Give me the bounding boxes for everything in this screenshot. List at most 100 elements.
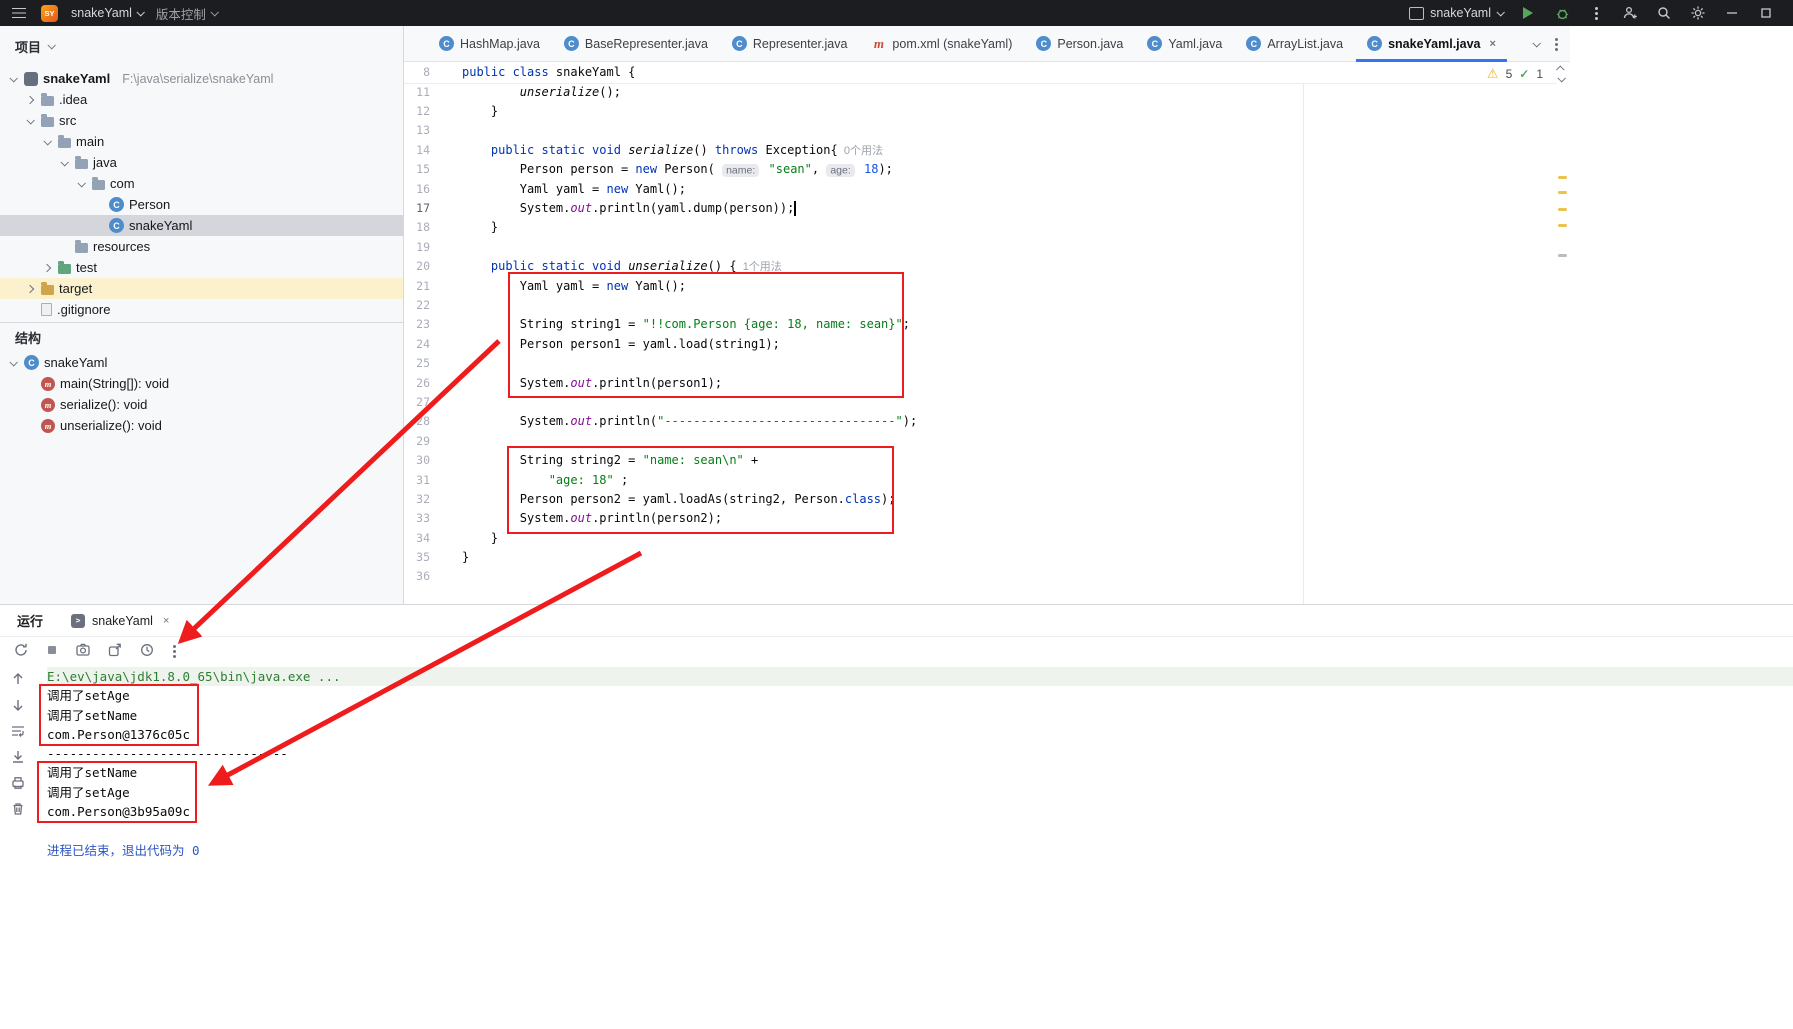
tree-item-java[interactable]: java xyxy=(0,152,403,173)
console-line: 进程已结束，退出代码为 0 xyxy=(47,842,200,858)
scroll-to-end-icon[interactable] xyxy=(10,749,26,768)
tab-ArrayList.java[interactable]: C ArrayList.java xyxy=(1234,26,1355,61)
run-toolbar xyxy=(0,637,1793,666)
class-icon: C xyxy=(1367,36,1383,51)
stop-icon[interactable] xyxy=(45,643,59,660)
tree-item-resources[interactable]: resources xyxy=(0,236,403,257)
line-number: 35 xyxy=(416,550,430,565)
tree-item-test[interactable]: test xyxy=(0,257,403,278)
tree-item-main[interactable]: main xyxy=(0,131,403,152)
debug-button[interactable] xyxy=(1553,4,1571,22)
project-panel-header[interactable]: 项目 xyxy=(0,26,403,66)
run-configuration-selector[interactable]: snakeYaml xyxy=(1409,6,1505,20)
tab-Representer.java[interactable]: C Representer.java xyxy=(720,26,860,61)
structure-item-serialize[interactable]: m serialize(): void xyxy=(0,394,403,415)
project-widget[interactable]: snakeYaml xyxy=(71,6,145,20)
print-icon[interactable] xyxy=(10,775,26,794)
tree-item-.idea[interactable]: .idea xyxy=(0,89,403,110)
clear-console-icon[interactable] xyxy=(10,801,26,820)
vcs-widget[interactable]: 版本控制 xyxy=(156,4,219,23)
line-number: 20 xyxy=(416,259,430,274)
line-number: 23 xyxy=(416,317,430,332)
class-icon: C xyxy=(1036,36,1052,51)
chevron-right-icon[interactable] xyxy=(23,95,36,104)
project-icon xyxy=(24,71,38,86)
search-everywhere-icon[interactable] xyxy=(1655,4,1673,22)
tree-item-Person[interactable]: C Person xyxy=(0,194,403,215)
tree-item-snakeYaml[interactable]: snakeYaml F:\java\serialize\snakeYaml xyxy=(0,68,403,89)
error-stripe[interactable] xyxy=(1558,62,1567,604)
close-tab-icon[interactable]: × xyxy=(1490,38,1496,50)
console-output[interactable]: E:\ev\java\jdk1.8.0_65\bin\java.exe ... 调… xyxy=(36,667,1793,1029)
chevron-down-icon[interactable] xyxy=(23,115,36,125)
screenshot-icon[interactable] xyxy=(75,642,91,661)
chevron-right-icon[interactable] xyxy=(40,263,53,272)
structure-item-snakeYaml[interactable]: CsnakeYaml xyxy=(0,352,403,373)
structure-panel-header[interactable]: 结构 xyxy=(0,323,403,352)
tree-item-label: .gitignore xyxy=(57,302,111,317)
soft-wrap-icon[interactable] xyxy=(10,723,26,742)
console-gutter xyxy=(0,671,36,820)
chevron-right-icon[interactable] xyxy=(23,284,36,293)
chevron-down-icon[interactable] xyxy=(6,73,19,83)
run-panel-title: 运行 xyxy=(17,614,44,629)
inspections-widget[interactable]: ⚠ 5 ✓ 1 xyxy=(1487,65,1566,83)
arrow-up-icon[interactable] xyxy=(10,671,26,690)
tab-options-icon[interactable] xyxy=(1555,42,1558,46)
attach-icon[interactable] xyxy=(107,642,123,661)
line-number: 12 xyxy=(416,104,430,119)
structure-item-label: unserialize(): void xyxy=(60,418,162,433)
tab-BaseRepresenter.java[interactable]: C BaseRepresenter.java xyxy=(552,26,720,61)
chevron-down-icon[interactable] xyxy=(74,178,87,188)
tree-item-label: com xyxy=(110,176,135,191)
tab-Person.java[interactable]: C Person.java xyxy=(1024,26,1135,61)
settings-gear-icon[interactable] xyxy=(1689,4,1707,22)
code-lines[interactable]: 11 unserialize(); 12 } 13 14 public static … xyxy=(404,82,1556,586)
run-config-icon xyxy=(1409,6,1425,20)
tree-item-target[interactable]: target xyxy=(0,278,403,299)
folder-icon xyxy=(75,155,88,169)
chevron-down-icon[interactable] xyxy=(6,357,19,367)
tab-pom.xml (snakeYaml)[interactable]: m pom.xml (snakeYaml) xyxy=(859,26,1024,61)
folder-icon xyxy=(75,239,88,253)
line-number: 8 xyxy=(423,64,430,79)
chevron-down-icon[interactable] xyxy=(40,136,53,146)
previous-problem-icon[interactable] xyxy=(1556,65,1565,74)
tree-item-src[interactable]: src xyxy=(0,110,403,131)
run-tab[interactable]: > snakeYaml × xyxy=(71,613,169,628)
minimize-window-icon[interactable] xyxy=(1723,4,1741,22)
tree-item-com[interactable]: com xyxy=(0,173,403,194)
editor-area: C HashMap.java C BaseRepresenter.java C Repre… xyxy=(404,26,1570,604)
method-icon: m xyxy=(41,397,55,412)
close-run-tab-icon[interactable]: × xyxy=(163,615,169,627)
run-tab-label: snakeYaml xyxy=(92,613,153,628)
line-number: 15 xyxy=(416,162,430,177)
tab-label: HashMap.java xyxy=(460,36,540,51)
tree-item-snakeYaml[interactable]: CsnakeYaml xyxy=(0,215,403,236)
tab-snakeYaml.java[interactable]: CsnakeYaml.java × xyxy=(1355,26,1508,62)
hidden-tabs-icon[interactable] xyxy=(1532,39,1541,48)
tree-item-label: snakeYaml xyxy=(129,218,193,233)
more-actions-icon[interactable] xyxy=(1587,4,1605,22)
structure-item-main[interactable]: m main(String[]): void xyxy=(0,373,403,394)
rerun-icon[interactable] xyxy=(13,642,29,661)
structure-item-label: main(String[]): void xyxy=(60,376,170,391)
tab-Yaml.java[interactable]: C Yaml.java xyxy=(1135,26,1234,61)
history-icon[interactable] xyxy=(139,642,155,661)
text-caret xyxy=(794,200,796,216)
tab-HashMap.java[interactable]: C HashMap.java xyxy=(427,26,552,61)
console-line: 调用了setName xyxy=(47,707,138,723)
arrow-down-icon[interactable] xyxy=(10,697,26,716)
maximize-window-icon[interactable] xyxy=(1757,4,1775,22)
tree-item-.gitignore[interactable]: .gitignore xyxy=(0,299,403,320)
class-icon: C xyxy=(731,36,747,51)
left-tool-windows: 项目 snakeYaml F:\java\serialize\snakeYaml.… xyxy=(0,26,404,604)
main-menu-icon[interactable] xyxy=(10,4,28,22)
chevron-down-icon[interactable] xyxy=(57,157,70,167)
code-with-me-icon[interactable] xyxy=(1621,4,1639,22)
structure-item-unserialize[interactable]: m unserialize(): void xyxy=(0,415,403,436)
more-console-actions-icon[interactable] xyxy=(173,650,176,653)
run-button[interactable] xyxy=(1519,4,1537,22)
structure-item-label: snakeYaml xyxy=(44,355,108,370)
